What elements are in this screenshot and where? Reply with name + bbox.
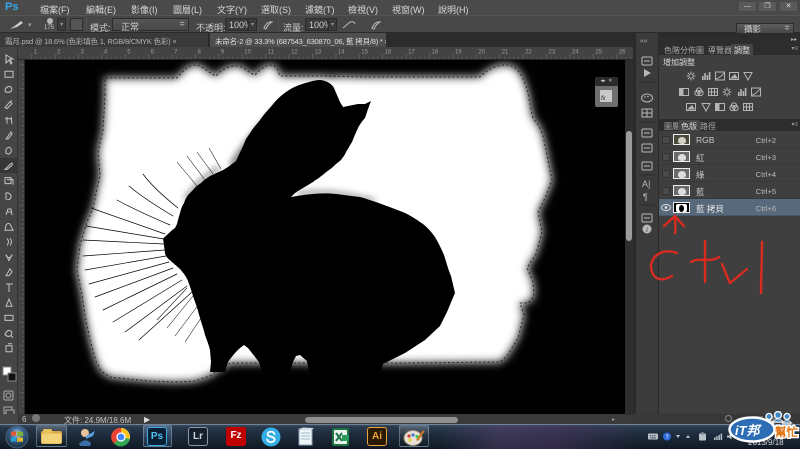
svg-text:26: 26 xyxy=(619,50,626,56)
svg-text:18: 18 xyxy=(432,50,439,56)
svg-text:4: 4 xyxy=(104,50,108,56)
svg-text:««: «« xyxy=(640,38,648,45)
svg-text:6: 6 xyxy=(151,50,155,56)
svg-text:iT邦: iT邦 xyxy=(735,423,763,438)
svg-text:17: 17 xyxy=(408,50,415,56)
svg-text:10: 10 xyxy=(244,50,251,56)
svg-text:2: 2 xyxy=(57,50,61,56)
svg-text:16: 16 xyxy=(385,50,392,56)
svg-text:22: 22 xyxy=(525,50,532,56)
svg-text:25: 25 xyxy=(595,50,602,56)
svg-text:7: 7 xyxy=(174,50,178,56)
svg-text:A|: A| xyxy=(642,179,650,189)
svg-text:5: 5 xyxy=(127,50,131,56)
svg-text:11: 11 xyxy=(268,50,275,56)
svg-text:1: 1 xyxy=(34,50,38,56)
svg-text:20: 20 xyxy=(478,50,485,56)
svg-text:15: 15 xyxy=(361,50,368,56)
svg-text:13: 13 xyxy=(315,50,322,56)
svg-text:9: 9 xyxy=(221,50,225,56)
svg-text:14: 14 xyxy=(338,50,345,56)
svg-text:幫忙: 幫忙 xyxy=(775,425,798,439)
svg-text:12: 12 xyxy=(291,50,298,56)
svg-text:23: 23 xyxy=(549,50,556,56)
svg-text:8: 8 xyxy=(198,50,202,56)
svg-text:24: 24 xyxy=(572,50,579,56)
svg-text:19: 19 xyxy=(455,50,462,56)
svg-text:21: 21 xyxy=(502,50,509,56)
svg-text:3: 3 xyxy=(81,50,85,56)
